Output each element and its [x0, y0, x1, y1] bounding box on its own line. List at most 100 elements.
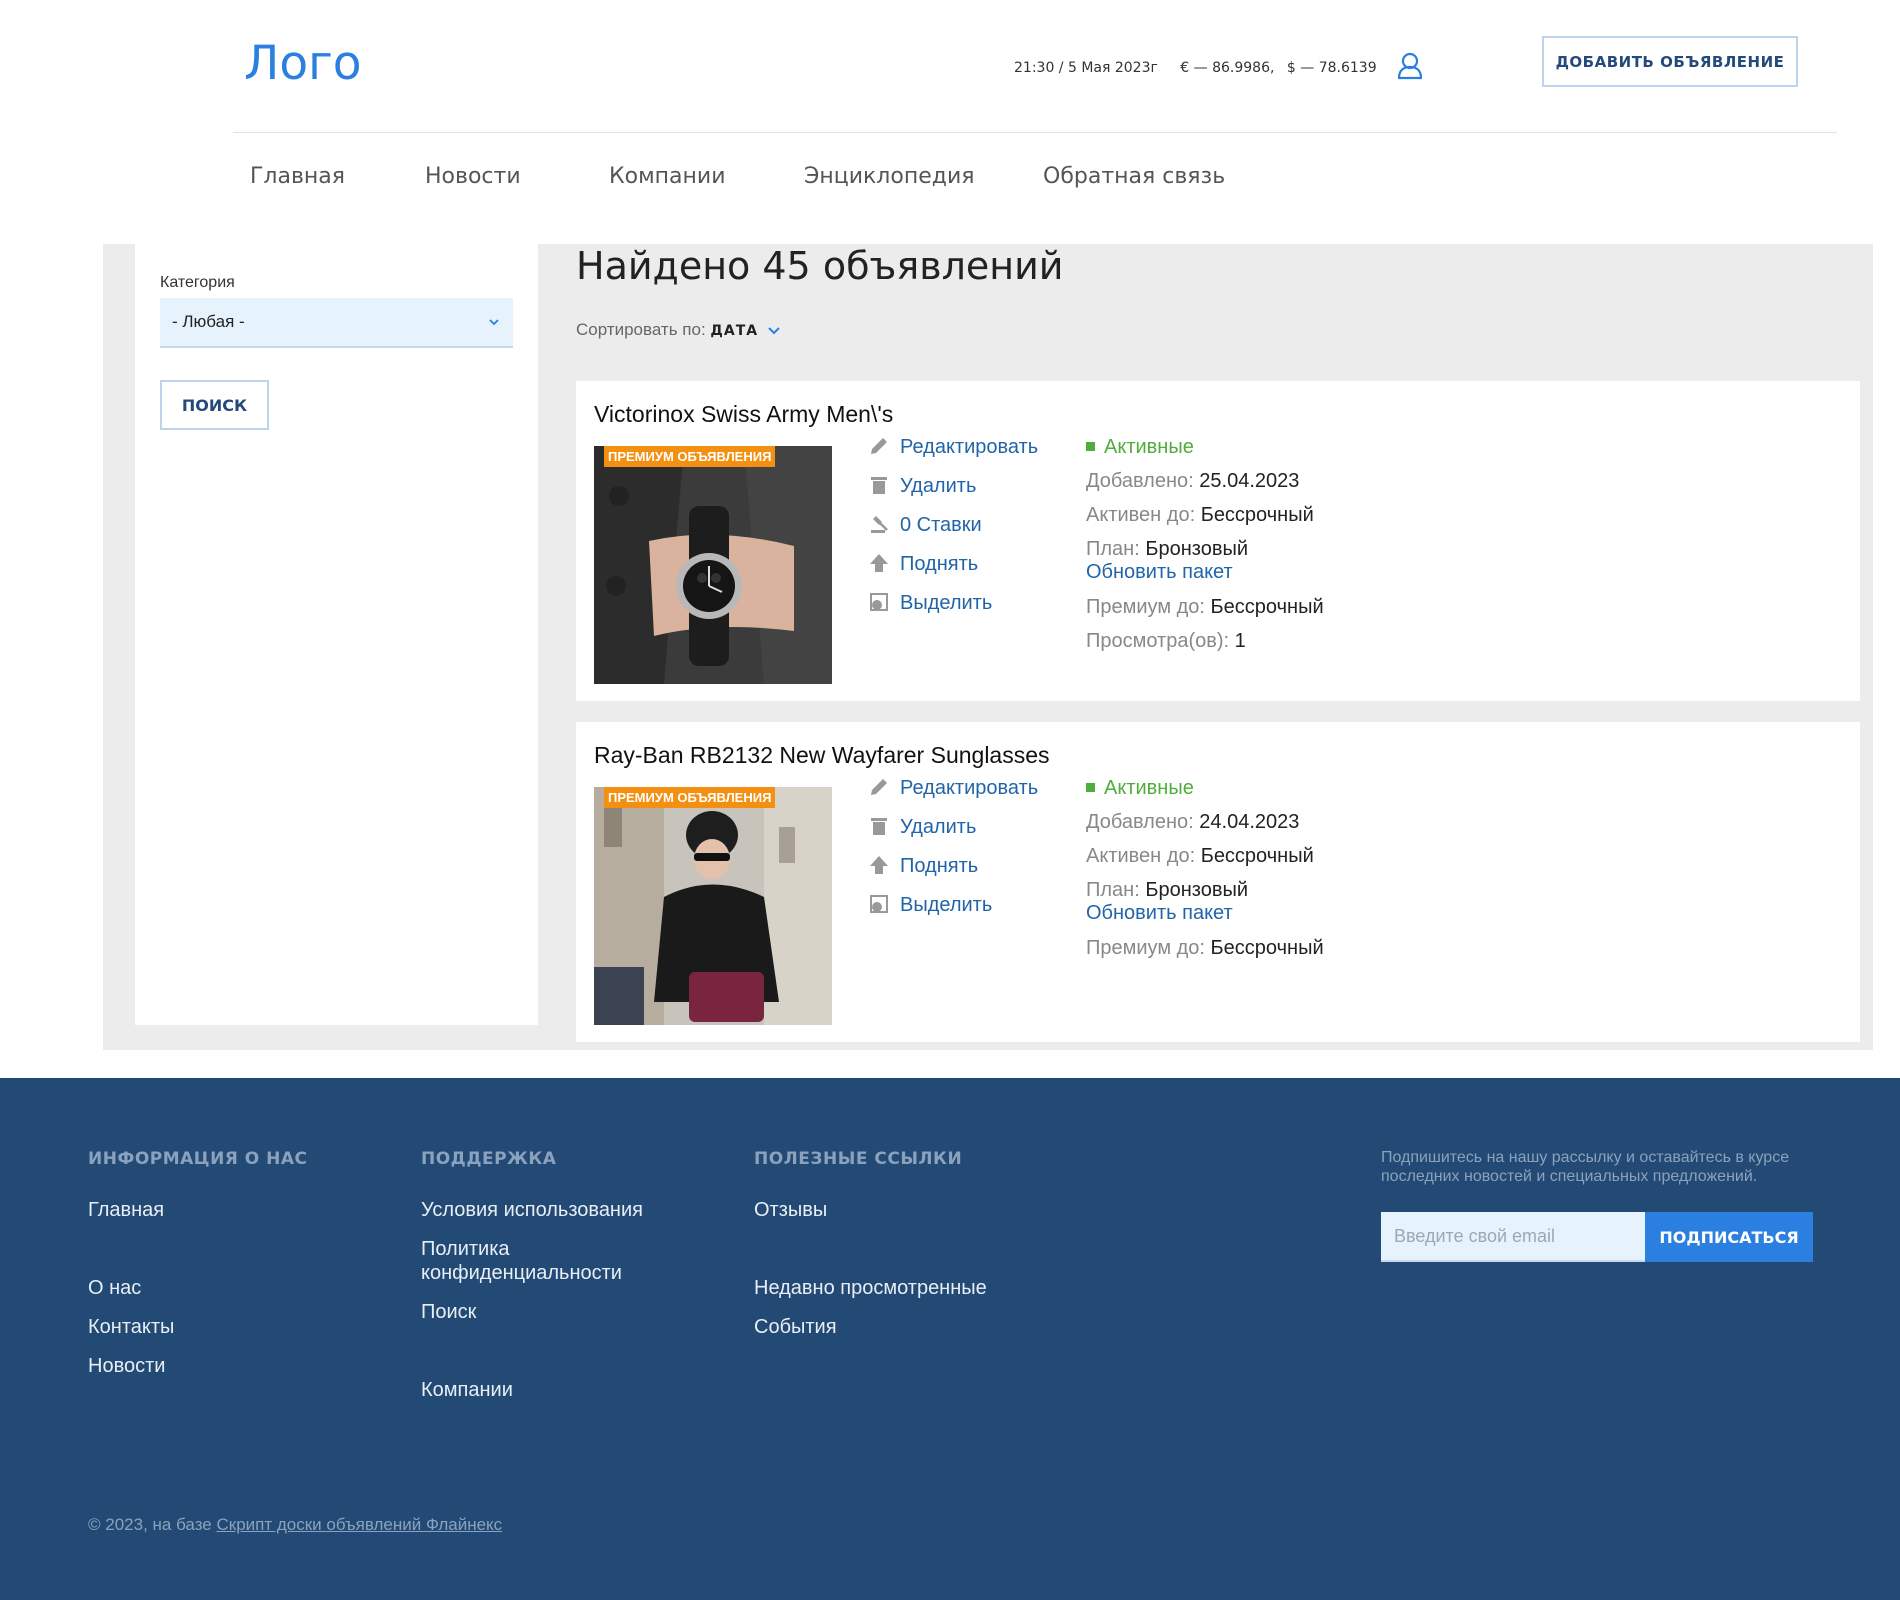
pencil-icon: [871, 438, 887, 455]
footer-link-contacts[interactable]: Контакты: [88, 1315, 174, 1339]
sort-value[interactable]: ДАТА: [710, 323, 758, 339]
plan: План: Бронзовый: [1086, 879, 1248, 902]
plan-value: Бронзовый: [1145, 879, 1248, 901]
views-count: Просмотра(ов): 1: [1086, 630, 1246, 653]
bump-action[interactable]: Поднять: [868, 553, 978, 576]
chevron-down-icon: [489, 319, 499, 326]
bids-action[interactable]: 0 Ставки: [868, 514, 982, 537]
views-label: Просмотра(ов):: [1086, 630, 1230, 652]
footer-link-privacy[interactable]: Политика конфиденциальности: [421, 1237, 651, 1285]
footer-heading-about: ИНФОРМАЦИЯ О НАС: [88, 1149, 308, 1169]
arrow-up-icon: [870, 554, 888, 573]
nav-item-companies[interactable]: Компании: [609, 164, 726, 189]
listing-card: Ray-Ban RB2132 New Wayfarer Sunglasses П…: [576, 722, 1860, 1042]
premium-until-label: Премиум до:: [1086, 596, 1205, 618]
pencil-icon: [871, 779, 887, 796]
footer-link-about[interactable]: О нас: [88, 1276, 141, 1300]
added-value: 25.04.2023: [1199, 470, 1300, 492]
footer-link-terms[interactable]: Условия использования: [421, 1198, 643, 1222]
premium-until-label: Премиум до:: [1086, 937, 1205, 959]
nav-item-news[interactable]: Новости: [425, 164, 521, 189]
category-select-value: - Любая -: [172, 312, 245, 331]
edit-action[interactable]: Редактировать: [868, 436, 1038, 459]
added-date: Добавлено: 25.04.2023: [1086, 470, 1299, 493]
sort-label: Сортировать по:: [576, 320, 706, 339]
status-text: Активные: [1104, 436, 1194, 458]
edit-action[interactable]: Редактировать: [868, 777, 1038, 800]
sort-control[interactable]: Сортировать по: ДАТА: [576, 320, 781, 340]
highlight-action-label: Выделить: [900, 894, 993, 916]
arrow-up-icon: [870, 856, 888, 875]
copyright-text: © 2023, на базе: [88, 1515, 212, 1534]
bump-action[interactable]: Поднять: [868, 855, 978, 878]
trash-icon: [871, 818, 887, 836]
gavel-icon: [871, 516, 888, 534]
footer-link-companies[interactable]: Компании: [421, 1378, 513, 1402]
header-info: 21:30 / 5 Мая 2023г € — 86.9986, $ — 78.…: [1014, 60, 1395, 76]
edit-action-label: Редактировать: [900, 777, 1039, 799]
highlight-action[interactable]: Выделить: [868, 894, 992, 917]
rate-usd: $ — 78.6139: [1286, 60, 1377, 76]
edit-action-label: Редактировать: [900, 436, 1039, 458]
highlight-action-label: Выделить: [900, 592, 993, 614]
site-logo[interactable]: Лого: [244, 36, 362, 91]
subscribe-button[interactable]: ПОДПИСАТЬСЯ: [1645, 1212, 1813, 1262]
footer-link-reviews[interactable]: Отзывы: [754, 1198, 827, 1222]
user-icon[interactable]: [1397, 52, 1423, 80]
bids-action-label: 0 Ставки: [900, 514, 982, 536]
bump-action-label: Поднять: [900, 553, 979, 575]
status-text: Активные: [1104, 777, 1194, 799]
filter-sidebar: [135, 244, 538, 1025]
footer-link-news[interactable]: Новости: [88, 1354, 165, 1378]
highlight-icon: [870, 895, 888, 914]
nav-item-home[interactable]: Главная: [250, 164, 345, 189]
upgrade-package-link[interactable]: Обновить пакет: [1086, 561, 1233, 584]
footer-link-search[interactable]: Поиск: [421, 1300, 476, 1324]
search-button[interactable]: ПОИСК: [160, 380, 269, 430]
status-badge: Активные: [1086, 436, 1194, 459]
active-until-label: Активен до:: [1086, 504, 1196, 526]
status-square-icon: [1086, 782, 1095, 792]
listing-card: Victorinox Swiss Army Men\'s ПРЕМИУМ ОБЪ…: [576, 381, 1860, 701]
premium-badge: ПРЕМИУМ ОБЪЯВЛЕНИЯ: [604, 787, 776, 808]
category-label: Категория: [160, 274, 235, 291]
status-badge: Активные: [1086, 777, 1194, 800]
added-date: Добавлено: 24.04.2023: [1086, 811, 1299, 834]
copyright: © 2023, на базе Скрипт доски объявлений …: [88, 1515, 502, 1535]
listing-title[interactable]: Victorinox Swiss Army Men\'s: [594, 401, 893, 428]
delete-action-label: Удалить: [900, 816, 977, 838]
delete-action[interactable]: Удалить: [868, 475, 976, 498]
results-title: Найдено 45 объявлений: [576, 244, 1064, 288]
add-listing-button[interactable]: ДОБАВИТЬ ОБЪЯВЛЕНИЕ: [1542, 36, 1798, 87]
active-until: Активен до: Бессрочный: [1086, 504, 1314, 527]
chevron-down-icon: [768, 326, 780, 334]
nav-item-encyclopedia[interactable]: Энциклопедия: [804, 164, 975, 189]
footer-heading-useful: ПОЛЕЗНЫЕ ССЫЛКИ: [754, 1149, 963, 1169]
delete-action[interactable]: Удалить: [868, 816, 976, 839]
added-label: Добавлено:: [1086, 811, 1194, 833]
listing-title[interactable]: Ray-Ban RB2132 New Wayfarer Sunglasses: [594, 742, 1050, 769]
category-select[interactable]: - Любая -: [160, 298, 513, 348]
footer-link-home[interactable]: Главная: [88, 1198, 164, 1222]
listing-image-watch[interactable]: ПРЕМИУМ ОБЪЯВЛЕНИЯ: [594, 446, 832, 684]
upgrade-package-link[interactable]: Обновить пакет: [1086, 902, 1233, 925]
footer-link-recently-viewed[interactable]: Недавно просмотренные: [754, 1276, 987, 1300]
copyright-link[interactable]: Скрипт доски объявлений Флайнекс: [216, 1515, 502, 1534]
newsletter-text: Подпишитесь на нашу рассылку и оставайте…: [1381, 1149, 1790, 1185]
footer-link-events[interactable]: События: [754, 1315, 837, 1339]
highlight-action[interactable]: Выделить: [868, 592, 992, 615]
datetime: 21:30 / 5 Мая 2023г: [1014, 60, 1158, 76]
plan: План: Бронзовый: [1086, 538, 1248, 561]
plan-label: План:: [1086, 879, 1140, 901]
newsletter-email-input[interactable]: Введите свой email: [1381, 1212, 1645, 1262]
bump-action-label: Поднять: [900, 855, 979, 877]
header-divider: [233, 132, 1837, 133]
footer-heading-support: ПОДДЕРЖКА: [421, 1149, 557, 1169]
active-until-value: Бессрочный: [1200, 504, 1314, 526]
status-square-icon: [1086, 441, 1095, 451]
added-label: Добавлено:: [1086, 470, 1194, 492]
delete-action-label: Удалить: [900, 475, 977, 497]
premium-until: Премиум до: Бессрочный: [1086, 937, 1324, 960]
listing-image-sunglasses[interactable]: ПРЕМИУМ ОБЪЯВЛЕНИЯ: [594, 787, 832, 1025]
nav-item-feedback[interactable]: Обратная связь: [1043, 164, 1225, 189]
